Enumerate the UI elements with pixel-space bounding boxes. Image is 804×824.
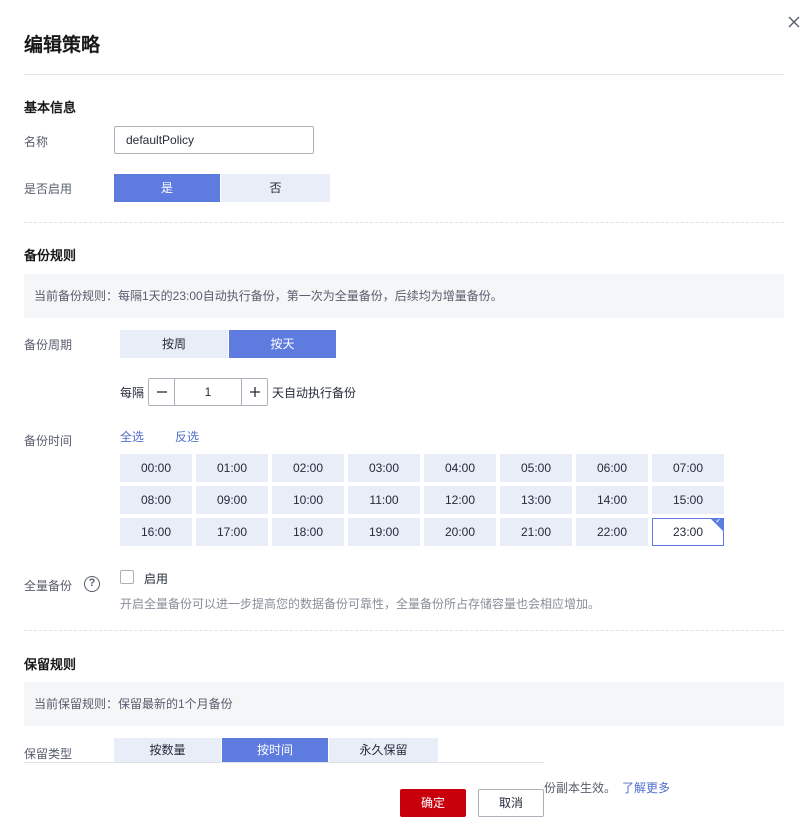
hour-option[interactable]: 23:00 ✓: [652, 518, 724, 546]
enable-yes-button[interactable]: 是: [114, 174, 221, 202]
interval-suffix: 天自动执行备份: [272, 386, 357, 400]
dialog-title: 编辑策略: [24, 35, 101, 56]
title-divider: [24, 74, 784, 75]
hour-label: 07:00: [672, 461, 704, 475]
hour-label: 10:00: [292, 493, 324, 507]
help-icon[interactable]: ?: [84, 576, 100, 592]
enable-toggle: 是 否: [114, 174, 330, 202]
hour-option[interactable]: 02:00: [272, 454, 344, 482]
cancel-button[interactable]: 取消: [478, 789, 544, 817]
hour-label: 21:00: [520, 525, 552, 539]
hour-option[interactable]: 12:00: [424, 486, 496, 514]
confirm-button[interactable]: 确定: [400, 789, 466, 817]
hour-option[interactable]: 16:00: [120, 518, 192, 546]
plus-icon: [249, 387, 260, 397]
hour-label: 12:00: [444, 493, 476, 507]
hour-option[interactable]: 00:00: [120, 454, 192, 482]
hour-label: 03:00: [368, 461, 400, 475]
enable-label: 是否启用: [24, 182, 73, 196]
hour-option[interactable]: 01:00: [196, 454, 268, 482]
hour-label: 13:00: [520, 493, 552, 507]
plus-button[interactable]: [241, 379, 267, 405]
retention-by-count-button[interactable]: 按数量: [114, 738, 222, 762]
full-backup-label: 全量备份: [24, 579, 73, 593]
backup-hour-grid: 00:00 01:00 02:00 03:00 04:00 05:00 06:00 07:00…: [120, 454, 724, 546]
hour-label: 05:00: [520, 461, 552, 475]
retention-type-label: 保留类型: [24, 747, 73, 761]
hour-label: 00:00: [140, 461, 172, 475]
current-retention-rule: 当前保留规则：保留最新的1个月备份: [24, 682, 784, 726]
hour-option[interactable]: 21:00: [500, 518, 572, 546]
invert-select-link[interactable]: 反选: [175, 428, 199, 445]
divider: [24, 630, 784, 631]
hour-option[interactable]: 20:00: [424, 518, 496, 546]
full-backup-checkbox-label[interactable]: 启用: [144, 570, 168, 587]
name-label: 名称: [24, 135, 49, 149]
minus-icon: [156, 391, 167, 393]
edit-policy-dialog: 编辑策略 基本信息 名称 是否启用 是 否 备份规则 当前备份规则：每隔1天的2…: [0, 0, 804, 824]
name-input[interactable]: [114, 126, 314, 154]
hour-label: 08:00: [140, 493, 172, 507]
hour-label: 01:00: [216, 461, 248, 475]
period-day-button[interactable]: 按天: [229, 330, 336, 358]
hour-option[interactable]: 22:00: [576, 518, 648, 546]
hour-label: 15:00: [672, 493, 704, 507]
section-title-retention: 保留规则: [24, 657, 77, 672]
retention-forever-button[interactable]: 永久保留: [329, 738, 438, 762]
full-backup-checkbox[interactable]: [120, 570, 134, 584]
select-all-link[interactable]: 全选: [120, 428, 144, 445]
hour-option[interactable]: 10:00: [272, 486, 344, 514]
hour-label: 22:00: [596, 525, 628, 539]
section-title-backup: 备份规则: [24, 248, 77, 263]
hour-option[interactable]: 07:00: [652, 454, 724, 482]
scroll-cutoff-line: [24, 762, 544, 763]
interval-value[interactable]: 1: [175, 379, 241, 405]
hour-label: 06:00: [596, 461, 628, 475]
hour-label: 20:00: [444, 525, 476, 539]
hour-option[interactable]: 13:00: [500, 486, 572, 514]
hour-label: 16:00: [140, 525, 172, 539]
hour-option[interactable]: 17:00: [196, 518, 268, 546]
hour-option[interactable]: 19:00: [348, 518, 420, 546]
hour-label: 02:00: [292, 461, 324, 475]
learn-more-link[interactable]: 了解更多: [622, 779, 670, 796]
hour-option[interactable]: 11:00: [348, 486, 420, 514]
retention-by-time-button[interactable]: 按时间: [222, 738, 329, 762]
retention-type-toggle: 按数量 按时间 永久保留: [114, 738, 438, 762]
hour-label: 14:00: [596, 493, 628, 507]
backup-period-toggle: 按周 按天: [120, 330, 336, 358]
hour-label: 09:00: [216, 493, 248, 507]
hour-label: 23:00: [672, 525, 704, 539]
backup-period-label: 备份周期: [24, 338, 73, 352]
close-icon[interactable]: [786, 14, 802, 30]
hour-label: 18:00: [292, 525, 324, 539]
hour-option[interactable]: 03:00: [348, 454, 420, 482]
hour-option[interactable]: 09:00: [196, 486, 268, 514]
minus-button[interactable]: [149, 379, 175, 405]
interval-prefix: 每隔: [120, 386, 145, 400]
divider: [24, 222, 784, 223]
enable-no-button[interactable]: 否: [221, 174, 330, 202]
hour-option[interactable]: 05:00: [500, 454, 572, 482]
section-title-basic: 基本信息: [24, 100, 77, 115]
hour-label: 11:00: [369, 493, 399, 507]
hour-option[interactable]: 08:00: [120, 486, 192, 514]
backup-time-label: 备份时间: [24, 434, 73, 448]
interval-stepper: 1: [148, 378, 268, 406]
current-backup-rule: 当前备份规则：每隔1天的23:00自动执行备份，第一次为全量备份，后续均为增量备…: [24, 274, 784, 318]
hour-label: 17:00: [216, 525, 248, 539]
footer-partial-text: 份副本生效。: [544, 781, 617, 795]
full-backup-hint: 开启全量备份可以进一步提高您的数据备份可靠性，全量备份所占存储容量也会相应增加。: [120, 597, 601, 611]
hour-option[interactable]: 18:00: [272, 518, 344, 546]
hour-option[interactable]: 15:00: [652, 486, 724, 514]
hour-label: 19:00: [368, 525, 400, 539]
period-week-button[interactable]: 按周: [120, 330, 229, 358]
hour-label: 04:00: [444, 461, 476, 475]
hour-option[interactable]: 04:00: [424, 454, 496, 482]
hour-option[interactable]: 14:00: [576, 486, 648, 514]
hour-option[interactable]: 06:00: [576, 454, 648, 482]
check-icon: ✓: [715, 518, 722, 525]
